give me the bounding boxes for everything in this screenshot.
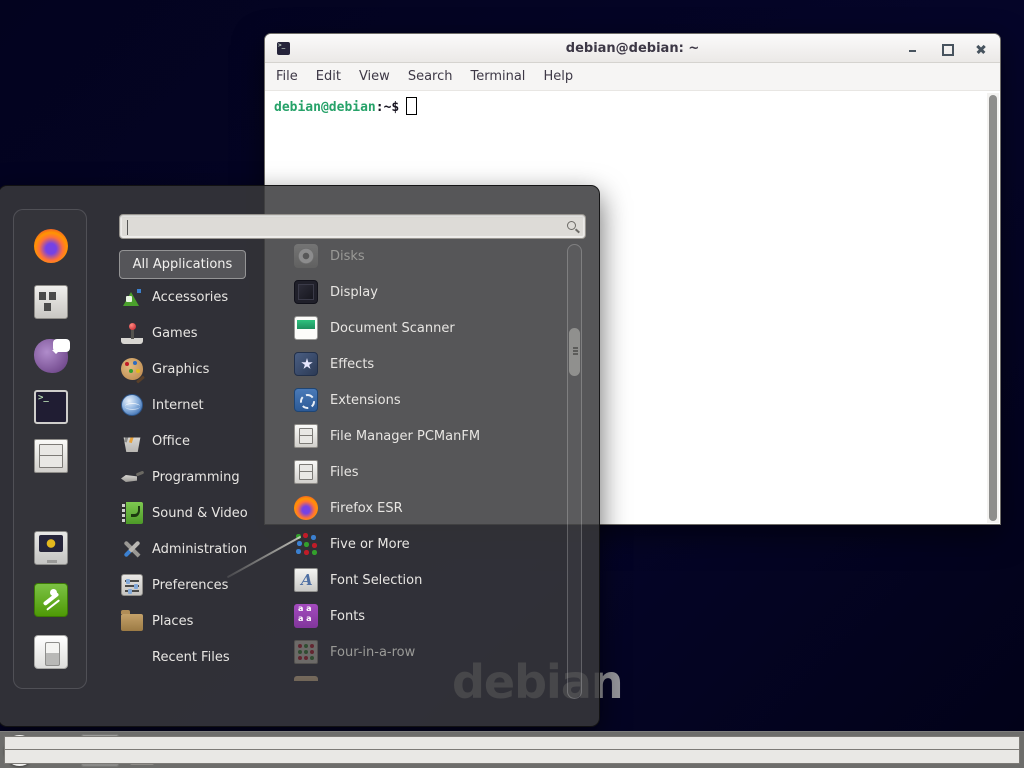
accessories-icon xyxy=(121,286,143,308)
four-in-a-row-icon xyxy=(294,640,318,664)
file-manager-icon[interactable] xyxy=(34,439,68,473)
search-icon xyxy=(567,221,576,230)
terminal-scrollbar[interactable] xyxy=(987,93,999,523)
terminal-cursor xyxy=(406,97,417,115)
minimize-button[interactable] xyxy=(907,43,918,54)
app-effects[interactable]: Effects xyxy=(282,346,564,382)
category-administration[interactable]: Administration xyxy=(121,531,271,567)
app-display[interactable]: Display xyxy=(282,274,564,310)
shell-prompt-symbol: :~$ xyxy=(376,100,399,115)
firefox-icon[interactable] xyxy=(34,229,68,263)
menu-file[interactable]: File xyxy=(267,65,307,88)
package-manager-icon[interactable] xyxy=(34,285,68,319)
menu-view[interactable]: View xyxy=(350,65,399,88)
app-fonts[interactable]: Fonts xyxy=(282,598,564,634)
category-internet[interactable]: Internet xyxy=(121,387,271,423)
document-scanner-icon xyxy=(294,316,318,340)
graphics-icon xyxy=(121,358,143,380)
all-applications-button[interactable]: All Applications xyxy=(119,250,246,279)
files-icon xyxy=(294,460,318,484)
firefox-icon xyxy=(294,496,318,520)
category-places[interactable]: Places xyxy=(121,603,271,639)
menu-search-box[interactable] xyxy=(119,214,586,239)
preferences-icon xyxy=(121,574,143,596)
font-selection-icon xyxy=(294,568,318,592)
logout-icon[interactable] xyxy=(34,583,68,617)
places-icon xyxy=(121,614,143,631)
terminal-title: debian@debian: ~ xyxy=(265,41,1000,56)
file-cabinet-icon xyxy=(130,736,154,765)
category-programming[interactable]: Programming xyxy=(121,459,271,495)
app-extensions[interactable]: Extensions xyxy=(282,382,564,418)
category-games[interactable]: Games xyxy=(121,315,271,351)
fonts-icon xyxy=(294,604,318,628)
maximize-button[interactable] xyxy=(941,43,952,54)
file-cabinet-launcher[interactable] xyxy=(123,734,161,767)
app-four-in-a-row[interactable]: Four-in-a-row xyxy=(282,634,564,670)
games-icon xyxy=(121,322,143,344)
category-graphics[interactable]: Graphics xyxy=(121,351,271,387)
five-or-more-icon xyxy=(294,532,318,556)
app-document-scanner[interactable]: Document Scanner xyxy=(282,310,564,346)
app-five-or-more[interactable]: Five or More xyxy=(282,526,564,562)
menu-search[interactable]: Search xyxy=(399,65,462,88)
terminal-app-icon xyxy=(277,42,290,55)
extensions-icon xyxy=(294,388,318,412)
pidgin-icon[interactable] xyxy=(34,339,68,373)
menu-scrollbar-thumb[interactable] xyxy=(569,328,580,376)
category-sound-video[interactable]: Sound & Video xyxy=(121,495,271,531)
programming-icon xyxy=(121,466,143,488)
effects-icon xyxy=(294,352,318,376)
category-accessories[interactable]: Accessories xyxy=(121,279,271,315)
gdebi-icon xyxy=(294,676,318,681)
app-file-manager-pcmanfm[interactable]: File Manager PCManFM xyxy=(282,418,564,454)
lock-screen-icon[interactable] xyxy=(34,531,68,565)
close-button[interactable] xyxy=(975,43,986,54)
terminal-icon[interactable] xyxy=(34,390,68,424)
menu-help[interactable]: Help xyxy=(534,65,582,88)
shutdown-icon[interactable] xyxy=(34,635,68,669)
app-files[interactable]: Files xyxy=(282,454,564,490)
administration-icon xyxy=(121,538,143,560)
application-list: Disks Display Document Scanner Effects E… xyxy=(282,244,564,681)
menu-edit[interactable]: Edit xyxy=(307,65,350,88)
app-disks[interactable]: Disks xyxy=(282,244,564,274)
search-input[interactable] xyxy=(126,217,556,236)
disks-icon xyxy=(294,244,318,268)
sound-video-icon xyxy=(121,502,143,524)
menu-terminal[interactable]: Terminal xyxy=(461,65,534,88)
terminal-menubar: File Edit View Search Terminal Help xyxy=(265,63,1000,91)
shell-prompt-user: debian@debian xyxy=(274,100,376,115)
app-firefox-esr[interactable]: Firefox ESR xyxy=(282,490,564,526)
category-recent-files[interactable]: Recent Files xyxy=(121,639,271,675)
display-icon xyxy=(294,280,318,304)
menu-scrollbar[interactable] xyxy=(567,244,582,699)
category-office[interactable]: Office xyxy=(121,423,271,459)
taskbar: 01:06 xyxy=(0,731,1024,768)
file-manager-icon xyxy=(294,424,318,448)
terminal-titlebar[interactable]: debian@debian: ~ xyxy=(265,34,1000,63)
app-font-selection[interactable]: Font Selection xyxy=(282,562,564,598)
terminal-scrollbar-thumb[interactable] xyxy=(989,95,997,521)
office-icon xyxy=(121,430,143,452)
applications-menu: All Applications Accessories Games Graph… xyxy=(0,185,600,727)
category-preferences[interactable]: Preferences xyxy=(121,567,271,603)
app-gdebi-package-installer[interactable]: GDebi Package Installer xyxy=(282,670,564,681)
internet-icon xyxy=(121,394,143,416)
